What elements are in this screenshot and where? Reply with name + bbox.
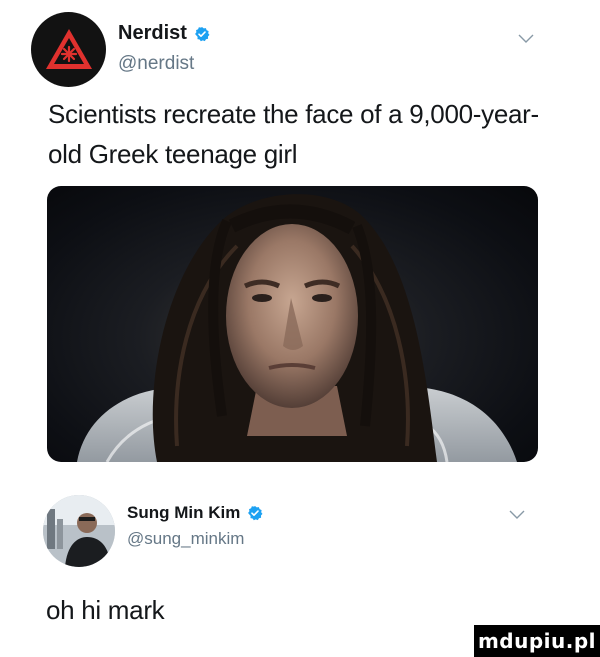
author-name-text[interactable]: Nerdist: [118, 22, 187, 45]
chevron-down-icon[interactable]: [518, 34, 534, 44]
reply-author-name-text[interactable]: Sung Min Kim: [127, 503, 240, 523]
nerdist-avatar[interactable]: [31, 12, 106, 87]
tweet-text: Scientists recreate the face of a 9,000-…: [48, 99, 539, 169]
watermark-logo: mdupiu.pl: [474, 625, 600, 657]
author-name[interactable]: Nerdist: [118, 22, 210, 45]
user-avatar-photo: [43, 495, 115, 567]
reply-author-name[interactable]: Sung Min Kim: [127, 503, 263, 523]
chevron-down-icon[interactable]: [509, 510, 525, 520]
reply-author-handle[interactable]: @sung_minkim: [127, 529, 244, 549]
verified-badge-icon: [248, 506, 263, 521]
photo-reconstructed-face: [77, 194, 517, 462]
tweet-photo[interactable]: [47, 186, 538, 462]
reply-avatar[interactable]: [43, 495, 115, 567]
reply-text: oh hi mark: [46, 595, 165, 625]
author-handle[interactable]: @nerdist: [118, 53, 194, 75]
warning-triangle-logo-icon: [45, 28, 92, 69]
verified-badge-icon: [194, 26, 210, 41]
